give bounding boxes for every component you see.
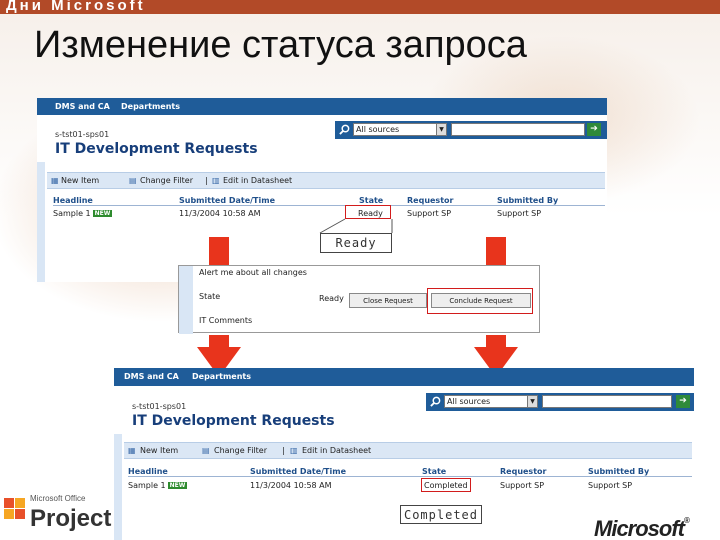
search-scope-value: All sources	[447, 397, 491, 406]
arrow-down-right	[474, 237, 518, 377]
state-callout-bottom: Completed	[400, 505, 482, 524]
project-logo-text: Project	[30, 505, 112, 532]
arrow-down-left	[197, 237, 241, 377]
table-header: Headline Submitted Date/Time State Reque…	[128, 467, 692, 477]
trademark-mark: ®	[684, 516, 690, 525]
page-title: IT Development Requests	[132, 413, 335, 429]
microsoft-logo: Microsoft®	[594, 516, 690, 540]
new-item-button[interactable]: New Item	[140, 446, 178, 455]
table-row: Sample 1 NEW 11/3/2004 10:58 AM Completed…	[128, 481, 692, 492]
state-highlight	[421, 478, 471, 492]
nav-link-departments[interactable]: Departments	[192, 372, 251, 381]
list-toolbar: ▦ New Item ▤ Change Filter | ▥ Edit in D…	[124, 442, 692, 459]
toolbar-separator: |	[282, 446, 285, 455]
new-item-icon: ▦	[128, 446, 136, 455]
top-nav-bar: DMS and CA Departments	[114, 368, 694, 386]
site-name: s-tst01-sps01	[132, 402, 187, 411]
go-arrow-icon[interactable]: ➔	[676, 395, 690, 408]
row-submitted-by: Support SP	[588, 481, 633, 490]
col-submitted-by[interactable]: Submitted By	[588, 467, 649, 476]
change-filter-button[interactable]: Change Filter	[214, 446, 267, 455]
nav-link-dms[interactable]: DMS and CA	[124, 372, 179, 381]
microsoft-logo-text: Microsoft	[594, 516, 685, 540]
state-callout-top: Ready	[320, 233, 392, 253]
chevron-down-icon: ▼	[527, 396, 537, 407]
panel-left-strip	[179, 266, 193, 334]
row-date: 11/3/2004 10:58 AM	[250, 481, 332, 490]
col-state[interactable]: State	[422, 467, 446, 476]
row-requestor: Support SP	[500, 481, 545, 490]
state-value: Ready	[319, 294, 344, 303]
col-headline[interactable]: Headline	[128, 467, 168, 476]
col-date[interactable]: Submitted Date/Time	[250, 467, 346, 476]
datasheet-icon: ▥	[290, 446, 298, 455]
close-request-button[interactable]: Close Request	[349, 293, 427, 308]
office-label: Microsoft Office	[30, 494, 86, 503]
search-bar: All sources ▼ ➔	[426, 393, 694, 411]
search-input[interactable]	[542, 395, 672, 408]
new-badge: NEW	[167, 482, 188, 489]
col-requestor[interactable]: Requestor	[500, 467, 546, 476]
search-icon	[430, 396, 441, 407]
row-headline[interactable]: Sample 1 NEW	[128, 481, 188, 490]
row-headline-text: Sample 1	[128, 481, 166, 490]
search-scope-select[interactable]: All sources ▼	[444, 395, 538, 408]
filter-icon: ▤	[202, 446, 210, 455]
edit-datasheet-button[interactable]: Edit in Datasheet	[302, 446, 371, 455]
